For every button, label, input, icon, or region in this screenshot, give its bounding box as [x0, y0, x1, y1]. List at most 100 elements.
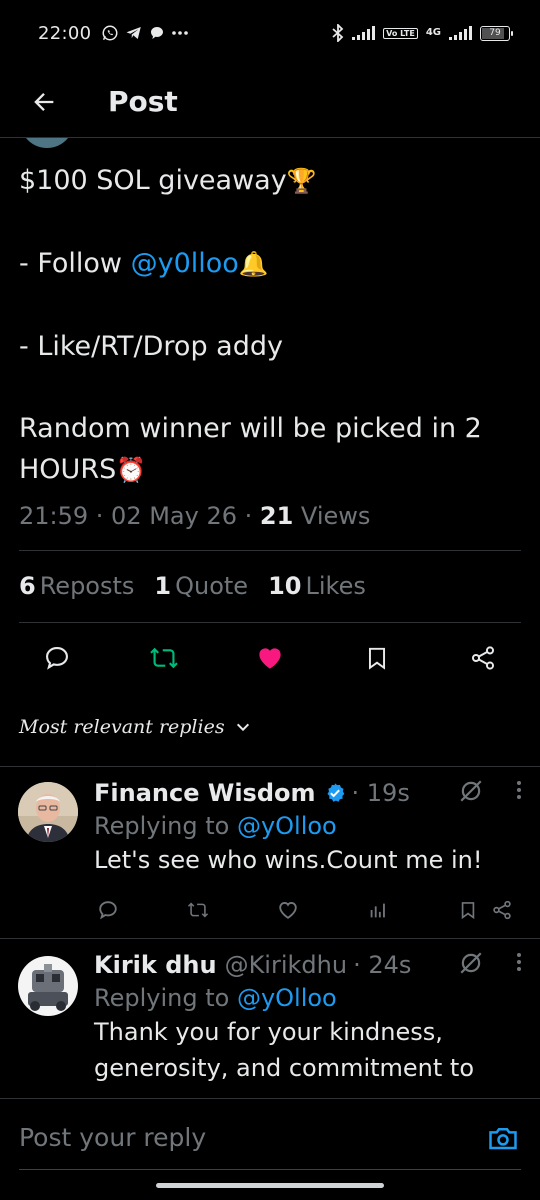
reply-time: · 19s: [351, 779, 410, 807]
signal-icon: [352, 26, 376, 40]
bell-emoji: 🔔: [238, 250, 269, 278]
bluetooth-icon: [332, 24, 344, 42]
alarm-clock-emoji: ⏰: [116, 456, 147, 484]
more-options-icon[interactable]: [516, 950, 522, 978]
reply-repost-button[interactable]: [184, 896, 212, 924]
reply-like-button[interactable]: [274, 896, 302, 924]
post-line-5-text: HOURS: [19, 454, 117, 485]
more-options-icon[interactable]: [516, 778, 522, 806]
post-mention-link[interactable]: @y0lloo: [131, 248, 239, 279]
avatar[interactable]: [18, 956, 78, 1016]
quotes-stat[interactable]: 1 Quote: [154, 572, 248, 600]
reply-actions: [94, 896, 524, 924]
replying-mention-link[interactable]: @yOlloo: [237, 984, 337, 1012]
likes-stat[interactable]: 10 Likes: [268, 572, 366, 600]
analytics-icon: [370, 903, 385, 918]
heart-icon: [279, 902, 297, 919]
views-label[interactable]: Views: [293, 502, 370, 530]
reposts-label: Reposts: [39, 572, 135, 600]
page-title: Post: [108, 85, 178, 118]
top-bar: Post: [0, 66, 540, 138]
reply-text-line-1: Thank you for your kindness,: [94, 1018, 443, 1046]
likes-count: 10: [268, 572, 302, 600]
post-timestamp: 21:59 · 02 May 26 ·: [19, 502, 260, 530]
chat-bubble-icon: [149, 25, 165, 41]
bookmark-button[interactable]: [355, 636, 399, 680]
comment-icon: [46, 647, 68, 670]
whatsapp-icon: [101, 24, 119, 42]
post-meta: 21:59 · 02 May 26 · 21 Views: [19, 502, 370, 530]
post-spacer: [19, 202, 521, 243]
heart-icon: [259, 648, 281, 669]
avatar[interactable]: [18, 782, 78, 842]
reposts-stat[interactable]: 6 Reposts: [19, 572, 134, 600]
verified-badge-icon: [324, 782, 346, 804]
grok-icon[interactable]: [458, 950, 484, 980]
share-icon: [471, 646, 495, 670]
reply-item[interactable]: Kirik dhu @Kirikdhu · 24s Replying to @y…: [0, 948, 540, 1098]
camera-button[interactable]: [486, 1121, 520, 1155]
divider: [0, 938, 540, 939]
bookmark-icon: [368, 647, 385, 670]
repost-button[interactable]: [142, 636, 186, 680]
reply-share-button[interactable]: [488, 896, 516, 924]
engagement-stats: 6 Reposts 1 Quote 10 Likes: [19, 572, 366, 600]
camera-icon: [489, 1128, 517, 1150]
share-icon: [493, 900, 511, 920]
home-indicator[interactable]: [156, 1183, 384, 1188]
reply-composer: Post your reply: [0, 1098, 540, 1200]
network-type: 4G: [425, 27, 441, 38]
reply-author-name[interactable]: Kirik dhu: [94, 951, 217, 979]
share-button[interactable]: [461, 636, 505, 680]
reply-text: Let's see who wins.Count me in!: [94, 846, 483, 874]
back-button[interactable]: [14, 72, 74, 132]
bookmark-icon: [461, 902, 475, 920]
post-line-2: - Follow @y0lloo🔔: [19, 243, 521, 285]
divider: [0, 766, 540, 767]
signal-icon-2: [449, 26, 472, 40]
status-bar: 22:00 Vo LTE 4G 79: [0, 0, 540, 66]
replying-mention-link[interactable]: @yOlloo: [237, 812, 337, 840]
arrow-left-icon: [34, 92, 54, 111]
post-line-1-text: $100 SOL giveaway: [19, 165, 287, 196]
trophy-emoji: 🏆: [286, 167, 317, 195]
comment-icon: [99, 901, 117, 920]
reply-views-button[interactable]: [364, 896, 392, 924]
reposts-count: 6: [19, 572, 36, 600]
sort-label: Most relevant replies: [19, 716, 225, 738]
status-time: 22:00: [38, 22, 92, 44]
post-actions: [19, 636, 521, 680]
reply-input[interactable]: Post your reply: [19, 1123, 206, 1152]
replies-sort-dropdown[interactable]: Most relevant replies: [19, 716, 251, 738]
repost-icon: [187, 902, 209, 918]
reply-button[interactable]: [35, 636, 79, 680]
likes-label: Likes: [305, 572, 366, 600]
post-line-5: HOURS⏰: [19, 449, 521, 491]
reply-text: Thank you for your kindness, generosity,…: [94, 1014, 524, 1086]
reply-item[interactable]: Finance Wisdom · 19s Replying to @yOlloo…: [0, 776, 540, 936]
quotes-label: Quote: [175, 572, 249, 600]
reply-time: · 24s: [353, 951, 412, 979]
chevron-down-icon: [236, 723, 249, 732]
notification-icons: [101, 24, 189, 42]
more-notifications-icon: [171, 30, 189, 36]
volte-icon: Vo LTE: [383, 27, 418, 39]
reply-comment-button[interactable]: [94, 896, 122, 924]
replying-prefix: Replying to: [94, 984, 237, 1012]
reply-bookmark-button[interactable]: [454, 896, 482, 924]
input-underline: [19, 1169, 521, 1170]
divider: [19, 622, 521, 623]
post-spacer: [19, 285, 521, 326]
grok-icon[interactable]: [458, 778, 484, 808]
reply-author-handle[interactable]: @Kirikdhu: [225, 951, 348, 979]
reply-author-name[interactable]: Finance Wisdom: [94, 779, 316, 807]
quotes-count: 1: [154, 572, 172, 600]
views-count: 21: [259, 502, 294, 530]
status-left: 22:00: [38, 23, 189, 44]
divider: [19, 550, 521, 551]
replying-prefix: Replying to: [94, 812, 237, 840]
like-button[interactable]: [248, 636, 292, 680]
post-spacer: [19, 367, 521, 408]
post-line-4: Random winner will be picked in 2: [19, 413, 482, 444]
post-text: $100 SOL giveaway🏆 - Follow @y0lloo🔔 - L…: [19, 160, 521, 491]
